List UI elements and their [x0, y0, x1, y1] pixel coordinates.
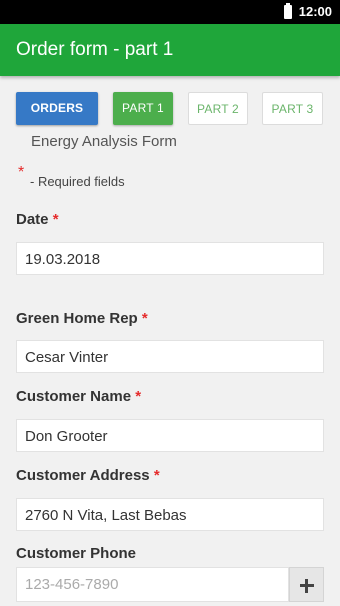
app-bar: Order form - part 1	[0, 24, 340, 76]
form-title: Energy Analysis Form	[31, 133, 177, 150]
date-required-star: *	[52, 211, 59, 228]
required-note: - Required fields	[30, 174, 125, 189]
customer-name-label-text: Customer Name	[16, 388, 132, 405]
add-phone-button[interactable]	[289, 567, 324, 602]
customer-phone-label-text: Customer Phone	[16, 545, 137, 562]
date-label-text: Date	[16, 211, 49, 228]
tab-part-2[interactable]: PART 2	[188, 92, 248, 125]
customer-address-label: Customer Address *	[16, 467, 160, 485]
customer-name-value: Don Grooter	[25, 428, 108, 445]
page-title: Order form - part 1	[16, 39, 174, 60]
customer-phone-field[interactable]: 123-456-7890	[16, 567, 289, 602]
customer-name-label: Customer Name *	[16, 388, 141, 406]
customer-name-required-star: *	[135, 388, 142, 405]
customer-name-field[interactable]: Don Grooter	[16, 419, 324, 452]
rep-label-text: Green Home Rep	[16, 310, 138, 327]
date-field[interactable]: 19.03.2018	[16, 242, 324, 275]
customer-address-value: 2760 N Vita, Last Bebas	[25, 507, 187, 524]
customer-phone-placeholder: 123-456-7890	[25, 576, 119, 593]
rep-field[interactable]: Cesar Vinter	[16, 340, 324, 373]
date-label: Date *	[16, 211, 59, 229]
status-bar: 12:00	[0, 0, 340, 24]
required-star: *	[18, 164, 25, 181]
rep-value: Cesar Vinter	[25, 349, 109, 366]
rep-required-star: *	[141, 310, 148, 327]
customer-phone-label: Customer Phone	[16, 545, 136, 563]
customer-address-required-star: *	[153, 467, 160, 484]
plus-icon-vertical	[305, 579, 308, 593]
tab-part-3[interactable]: PART 3	[262, 92, 323, 125]
rep-label: Green Home Rep *	[16, 310, 148, 328]
status-time: 12:00	[298, 4, 332, 19]
tab-part-1[interactable]: PART 1	[113, 92, 173, 125]
customer-address-label-text: Customer Address	[16, 467, 150, 484]
customer-address-field[interactable]: 2760 N Vita, Last Bebas	[16, 498, 324, 531]
tab-orders[interactable]: ORDERS	[16, 92, 98, 125]
date-value: 19.03.2018	[25, 251, 101, 268]
battery-icon	[284, 3, 292, 19]
